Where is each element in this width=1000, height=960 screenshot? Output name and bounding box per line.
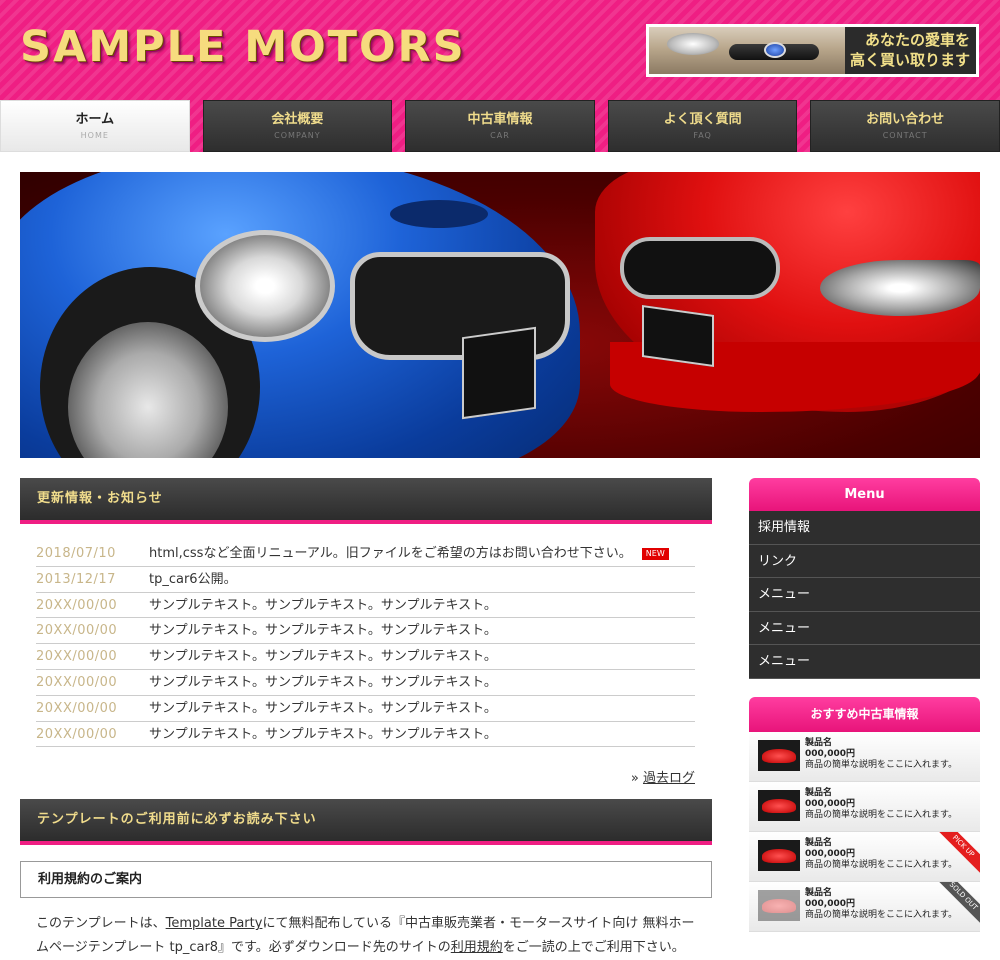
- recommended-item[interactable]: 製品名 000,000円 商品の簡単な説明をここに入れます。: [749, 731, 980, 782]
- side-menu-item-link[interactable]: リンク: [749, 544, 980, 579]
- nav-label: よく頂く質問: [663, 112, 742, 127]
- news-date: 20XX/00/00: [36, 674, 118, 690]
- banner-line-1: あなたの愛車を: [864, 31, 970, 49]
- nav-sublabel: FAQ: [693, 131, 712, 140]
- terms-link[interactable]: 利用規約: [451, 940, 503, 955]
- news-item: 2013/12/17 tp_car6公開。: [36, 567, 695, 593]
- hero-image: [20, 172, 980, 458]
- news-text: tp_car6公開。: [149, 571, 237, 587]
- news-text: サンプルテキスト。サンプルテキスト。サンプルテキスト。: [149, 623, 497, 639]
- side-menu-item[interactable]: メニュー: [749, 645, 980, 679]
- recommended-item[interactable]: 製品名 000,000円 商品の簡単な説明をここに入れます。 PICK UP: [749, 831, 980, 882]
- news-text: サンプルテキスト。サンプルテキスト。サンプルテキスト。: [149, 700, 497, 716]
- product-desc: 商品の簡単な説明をここに入れます。: [805, 759, 958, 770]
- news-date: 20XX/00/00: [36, 649, 118, 665]
- car-thumbnail: [758, 789, 800, 821]
- nav-sublabel: CONTACT: [882, 131, 928, 140]
- product-name: 製品名: [805, 837, 833, 848]
- car-thumbnail: [758, 739, 800, 771]
- news-item: 20XX/00/00 サンプルテキスト。サンプルテキスト。サンプルテキスト。: [36, 696, 695, 722]
- news-text: サンプルテキスト。サンプルテキスト。サンプルテキスト。: [149, 674, 497, 690]
- new-badge: NEW: [641, 548, 669, 560]
- nav-label: 中古車情報: [467, 112, 533, 127]
- nav-company[interactable]: 会社概要 COMPANY: [202, 100, 393, 152]
- nav-label: お問い合わせ: [866, 112, 945, 127]
- recommended-item[interactable]: 製品名 000,000円 商品の簡単な説明をここに入れます。: [749, 781, 980, 832]
- news-text: サンプルテキスト。サンプルテキスト。サンプルテキスト。: [149, 597, 497, 613]
- recommended-heading: おすすめ中古車情報: [749, 696, 980, 732]
- nav-contact[interactable]: お問い合わせ CONTACT: [810, 100, 1000, 152]
- menu-heading: Menu: [749, 478, 980, 511]
- news-text: サンプルテキスト。サンプルテキスト。サンプルテキスト。: [149, 649, 497, 665]
- site-header: SAMPLE MOTORS あなたの愛車を 高く買い取ります ホーム HOME …: [0, 0, 1000, 152]
- side-menu-item-recruit[interactable]: 採用情報: [749, 511, 980, 545]
- nav-sublabel: CAR: [490, 131, 510, 140]
- template-party-link[interactable]: Template Party: [166, 916, 263, 931]
- sidebar: Menu 採用情報 リンク メニュー メニュー メニュー おすすめ中古車情報 製…: [749, 478, 980, 932]
- car-thumbnail: [758, 889, 800, 921]
- car-thumbnail: [758, 839, 800, 871]
- site-logo[interactable]: SAMPLE MOTORS: [20, 22, 466, 72]
- news-date: 2013/12/17: [36, 571, 116, 587]
- product-price: 000,000円: [805, 798, 855, 809]
- nav-sublabel: COMPANY: [274, 131, 321, 140]
- nav-faq[interactable]: よく頂く質問 FAQ: [607, 100, 798, 152]
- past-log-link[interactable]: 過去ログ: [643, 771, 695, 786]
- product-desc: 商品の簡単な説明をここに入れます。: [805, 909, 958, 920]
- past-log-row: » 過去ログ: [630, 771, 695, 787]
- banner-line-2: 高く買い取ります: [849, 51, 970, 69]
- buyback-banner[interactable]: あなたの愛車を 高く買い取ります: [646, 24, 979, 77]
- product-desc: 商品の簡単な説明をここに入れます。: [805, 809, 958, 820]
- news-date: 20XX/00/00: [36, 726, 118, 742]
- banner-text: あなたの愛車を 高く買い取ります: [850, 30, 970, 70]
- recommended-item[interactable]: 製品名 000,000円 商品の簡単な説明をここに入れます。 SOLD OUT: [749, 881, 980, 932]
- news-list: 2018/07/10 html,cssなど全面リニューアル。旧ファイルをご希望の…: [36, 541, 695, 748]
- main-content: 更新情報・お知らせ 2018/07/10 html,cssなど全面リニューアル。…: [20, 478, 712, 960]
- product-desc: 商品の簡単な説明をここに入れます。: [805, 859, 958, 870]
- terms-title: 利用規約のご案内: [20, 861, 712, 899]
- news-date: 20XX/00/00: [36, 597, 118, 613]
- product-price: 000,000円: [805, 748, 855, 759]
- side-menu-item[interactable]: メニュー: [749, 611, 980, 646]
- nav-label: ホーム: [75, 112, 115, 127]
- template-heading: テンプレートのご利用前に必ずお読み下さい: [20, 799, 712, 846]
- news-item: 20XX/00/00 サンプルテキスト。サンプルテキスト。サンプルテキスト。: [36, 644, 695, 670]
- news-item: 20XX/00/00 サンプルテキスト。サンプルテキスト。サンプルテキスト。: [36, 722, 695, 748]
- news-heading: 更新情報・お知らせ: [20, 478, 712, 524]
- product-name: 製品名: [805, 787, 833, 798]
- product-price: 000,000円: [805, 898, 855, 909]
- product-price: 000,000円: [805, 848, 855, 859]
- news-text: サンプルテキスト。サンプルテキスト。サンプルテキスト。: [149, 726, 497, 742]
- nav-label: 会社概要: [271, 112, 324, 127]
- global-nav: ホーム HOME 会社概要 COMPANY 中古車情報 CAR よく頂く質問 F…: [0, 100, 1000, 152]
- news-item: 20XX/00/00 サンプルテキスト。サンプルテキスト。サンプルテキスト。: [36, 618, 695, 645]
- news-item: 20XX/00/00 サンプルテキスト。サンプルテキスト。サンプルテキスト。: [36, 593, 695, 619]
- news-date: 2018/07/10: [36, 546, 116, 561]
- news-date: 20XX/00/00: [36, 700, 118, 716]
- terms-text: このテンプレートは、Template Partyにて無料配布している『中古車販売…: [36, 916, 695, 956]
- nav-sublabel: HOME: [80, 131, 109, 140]
- product-name: 製品名: [805, 887, 833, 898]
- nav-car[interactable]: 中古車情報 CAR: [405, 100, 595, 152]
- news-date: 20XX/00/00: [36, 623, 118, 639]
- news-item: 20XX/00/00 サンプルテキスト。サンプルテキスト。サンプルテキスト。: [36, 670, 695, 696]
- banner-car-image: [649, 27, 845, 74]
- news-item: 2018/07/10 html,cssなど全面リニューアル。旧ファイルをご希望の…: [36, 541, 695, 567]
- side-menu-item[interactable]: メニュー: [749, 578, 980, 612]
- nav-home[interactable]: ホーム HOME: [0, 100, 190, 152]
- news-text: html,cssなど全面リニューアル。旧ファイルをご希望の方はお問い合わせ下さい…: [149, 541, 669, 566]
- product-name: 製品名: [805, 737, 833, 748]
